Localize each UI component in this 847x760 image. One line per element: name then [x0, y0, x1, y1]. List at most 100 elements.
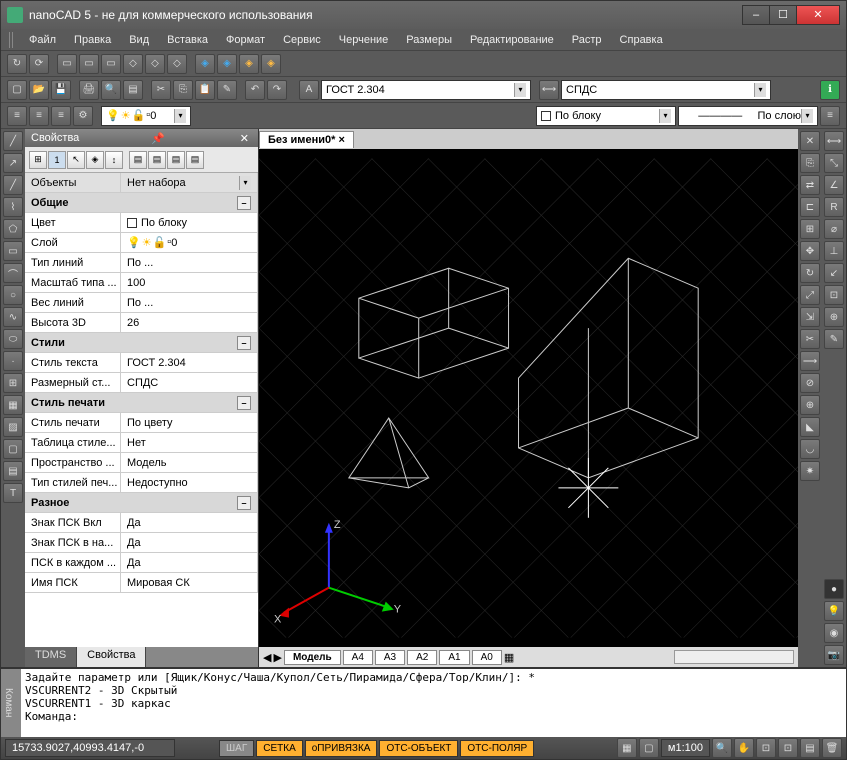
scale-display[interactable]: м1:100 — [661, 739, 710, 757]
view-side-icon[interactable]: ▭ — [101, 54, 121, 74]
ptool-3[interactable]: ↖ — [67, 151, 85, 169]
menu-format[interactable]: Формат — [218, 31, 273, 49]
close-button[interactable]: ✕ — [796, 5, 840, 25]
panel-close-icon[interactable]: ✕ — [237, 132, 252, 145]
chamfer-icon[interactable]: ◣ — [800, 417, 820, 437]
vptab-a0[interactable]: A0 — [472, 650, 502, 665]
textstyle-icon[interactable]: A — [299, 80, 319, 100]
view-iso1-icon[interactable]: ◇ — [123, 54, 143, 74]
prop-value[interactable]: По блоку — [121, 213, 258, 232]
dimstyle-icon[interactable]: ⟷ — [539, 80, 559, 100]
undo-icon[interactable]: ↶ — [245, 80, 265, 100]
prop-value[interactable]: Модель — [121, 453, 258, 472]
print-icon[interactable]: 🖨 — [79, 80, 99, 100]
status-pan-icon[interactable]: ✋ — [734, 738, 754, 758]
circle-icon[interactable]: ○ — [3, 285, 23, 305]
open-icon[interactable]: 📂 — [29, 80, 49, 100]
layer-combo[interactable]: 💡☀🔓▫ 0▾ — [101, 106, 191, 126]
menu-draw[interactable]: Черчение — [331, 31, 397, 49]
scale-icon[interactable]: ⤢ — [800, 285, 820, 305]
match-icon[interactable]: ✎ — [217, 80, 237, 100]
erase-icon[interactable]: ✕ — [800, 131, 820, 151]
layerprev-icon[interactable]: ≡ — [29, 106, 49, 126]
prop-value[interactable]: Недоступно — [121, 473, 258, 492]
dim-lin-icon[interactable]: ⟷ — [824, 131, 844, 151]
shade3-icon[interactable]: ◈ — [239, 54, 259, 74]
vptab-next-icon[interactable]: ▶ — [273, 651, 281, 664]
status-grid[interactable]: СЕТКА — [256, 740, 303, 757]
join-icon[interactable]: ⊕ — [800, 395, 820, 415]
prop-value[interactable]: Да — [121, 553, 258, 572]
table-icon[interactable]: ▤ — [3, 461, 23, 481]
camera-icon[interactable]: 📷 — [824, 645, 844, 665]
orbit-icon[interactable]: ↻ — [7, 54, 27, 74]
prop-value[interactable]: Да — [121, 533, 258, 552]
point-icon[interactable]: · — [3, 351, 23, 371]
hatch-icon[interactable]: ▦ — [3, 395, 23, 415]
prop-value[interactable]: По ... — [121, 293, 258, 312]
dim-ali-icon[interactable]: ⤡ — [824, 153, 844, 173]
ptool-2[interactable]: 1 — [48, 151, 66, 169]
paste-icon[interactable]: 📋 — [195, 80, 215, 100]
panel-pin-icon[interactable]: 📌 — [148, 132, 168, 145]
status-tool1-icon[interactable]: ⊡ — [756, 738, 776, 758]
status-tool3-icon[interactable]: ▤ — [800, 738, 820, 758]
center-icon[interactable]: ⊕ — [824, 307, 844, 327]
rotate-icon[interactable]: ↻ — [800, 263, 820, 283]
color-combo[interactable]: По блоку▾ — [536, 106, 676, 126]
move-icon[interactable]: ✥ — [800, 241, 820, 261]
shade4-icon[interactable]: ◈ — [261, 54, 281, 74]
render-icon[interactable]: ● — [824, 579, 844, 599]
panel-tab-tdms[interactable]: TDMS — [25, 647, 77, 667]
plot-icon[interactable]: ▤ — [123, 80, 143, 100]
panel-tab-props[interactable]: Свойства — [77, 647, 146, 667]
fillet-icon[interactable]: ◡ — [800, 439, 820, 459]
explode-icon[interactable]: ✷ — [800, 461, 820, 481]
document-tab[interactable]: Без имени0* × — [259, 131, 354, 148]
ray-icon[interactable]: ↗ — [3, 153, 23, 173]
vptab-prev-icon[interactable]: ◀ — [263, 651, 271, 664]
menu-dimensions[interactable]: Размеры — [398, 31, 460, 49]
shade2-icon[interactable]: ◈ — [217, 54, 237, 74]
orbit2-icon[interactable]: ⟳ — [29, 54, 49, 74]
material-icon[interactable]: ◉ — [824, 623, 844, 643]
status-zoom-icon[interactable]: 🔍 — [712, 738, 732, 758]
lineweight-icon[interactable]: ≡ — [820, 106, 840, 126]
drawing-canvas[interactable]: Z Y X — [259, 149, 798, 647]
tolerance-icon[interactable]: ⊡ — [824, 285, 844, 305]
polygon-icon[interactable]: ⬠ — [3, 219, 23, 239]
prop-value[interactable]: ГОСТ 2.304 — [121, 353, 258, 372]
mirror-icon[interactable]: ⇄ — [800, 175, 820, 195]
view-iso3-icon[interactable]: ◇ — [167, 54, 187, 74]
ptool-9[interactable]: ▤ — [186, 151, 204, 169]
array-icon[interactable]: ⊞ — [800, 219, 820, 239]
prop-value[interactable]: Нет — [121, 433, 258, 452]
view-iso2-icon[interactable]: ◇ — [145, 54, 165, 74]
ptool-8[interactable]: ▤ — [167, 151, 185, 169]
new-icon[interactable]: ▢ — [7, 80, 27, 100]
prop-value[interactable]: 💡☀🔓▫0 — [121, 233, 258, 252]
command-area[interactable]: Коман Задайте параметр или [Ящик/Конус/Ч… — [1, 667, 846, 737]
menu-service[interactable]: Сервис — [275, 31, 329, 49]
prop-value[interactable]: По ... — [121, 253, 258, 272]
shade1-icon[interactable]: ◈ — [195, 54, 215, 74]
menu-modify[interactable]: Редактирование — [462, 31, 562, 49]
status-clean-icon[interactable]: 🗑 — [822, 738, 842, 758]
view-top-icon[interactable]: ▭ — [57, 54, 77, 74]
redo-icon[interactable]: ↷ — [267, 80, 287, 100]
prop-section[interactable]: Стили– — [25, 333, 258, 352]
status-icon2[interactable]: ▢ — [639, 738, 659, 758]
rect-icon[interactable]: ▭ — [3, 241, 23, 261]
panel-header[interactable]: Свойства 📌 ✕ — [25, 129, 258, 147]
line-icon[interactable]: ╱ — [3, 131, 23, 151]
status-otrack[interactable]: ОТС-ОБЪЕКТ — [379, 740, 458, 757]
vptab-a1[interactable]: A1 — [439, 650, 469, 665]
help-icon[interactable]: ℹ — [820, 80, 840, 100]
dim-rad-icon[interactable]: R — [824, 197, 844, 217]
menu-insert[interactable]: Вставка — [159, 31, 216, 49]
prop-value[interactable]: СПДС — [121, 373, 258, 392]
copy-icon[interactable]: ⎘ — [173, 80, 193, 100]
vptab-a3[interactable]: A3 — [375, 650, 405, 665]
command-text[interactable]: Задайте параметр или [Ящик/Конус/Чаша/Ку… — [21, 669, 846, 737]
status-snap[interactable]: ШАГ — [219, 740, 254, 757]
